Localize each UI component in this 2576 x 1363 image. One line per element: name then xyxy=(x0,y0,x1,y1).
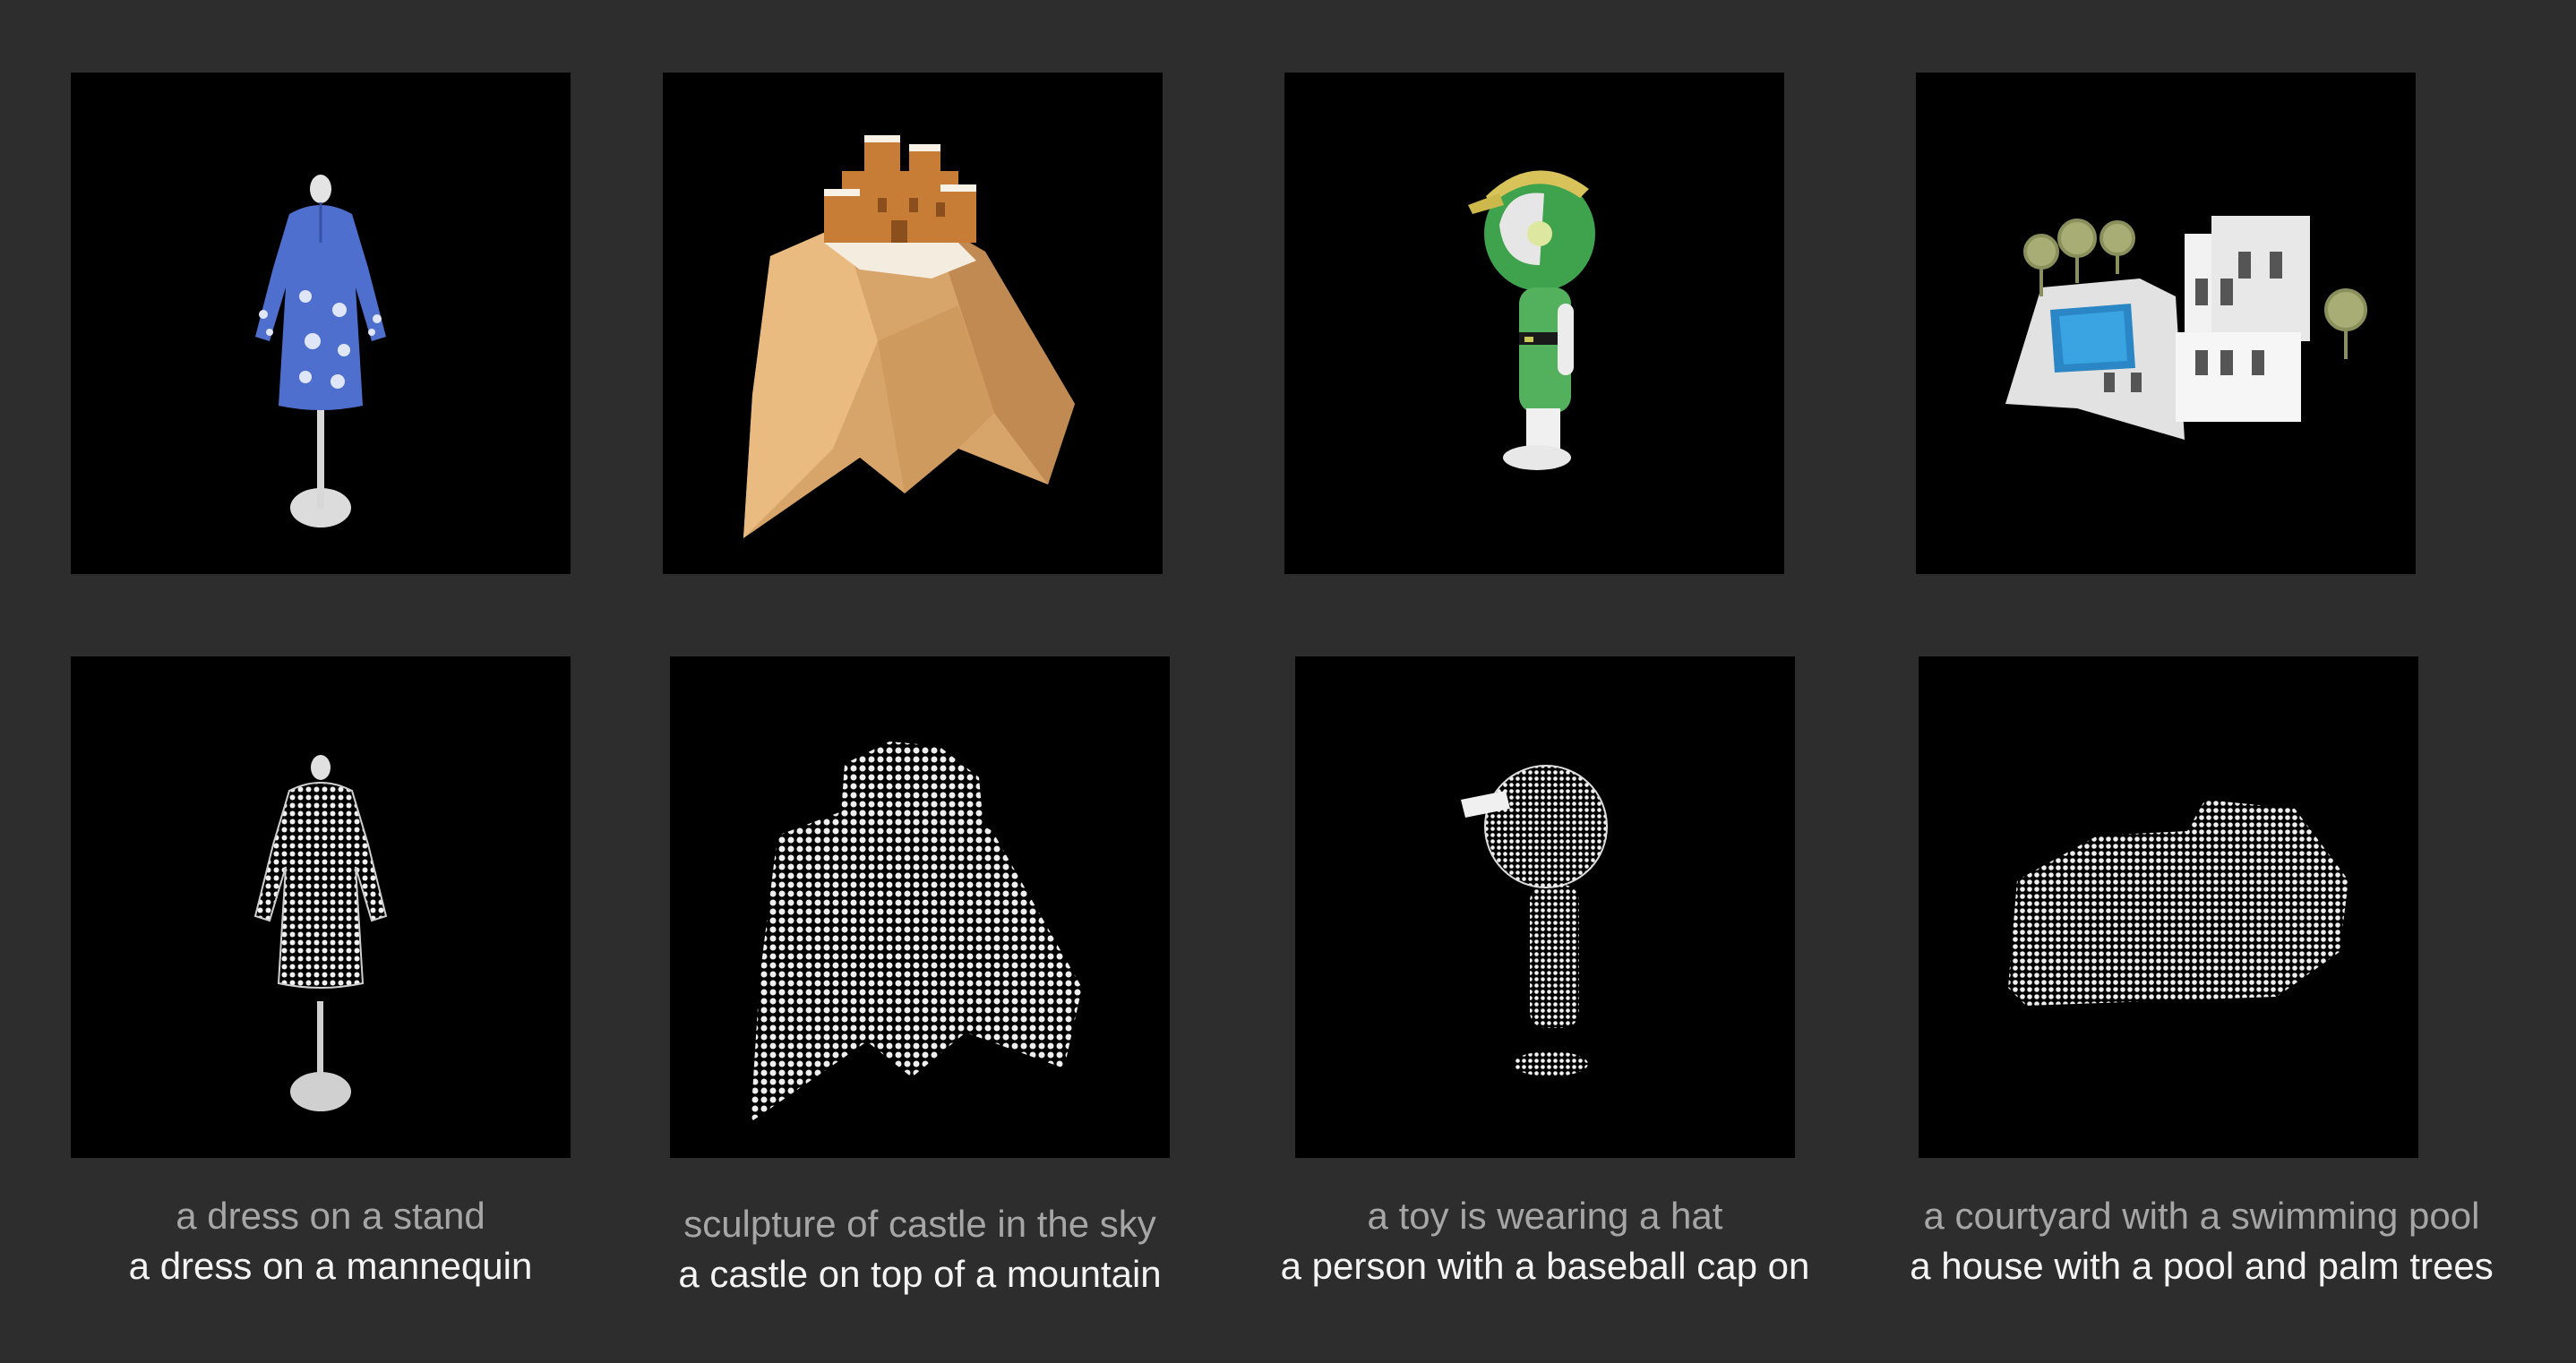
caption-top-toy: a toy is wearing a hat xyxy=(1367,1195,1723,1237)
point-cloud-render-dress xyxy=(71,656,571,1158)
castle-point-cloud-image xyxy=(751,742,1082,1122)
caption-bottom-toy: a person with a baseball cap on xyxy=(1280,1245,1810,1287)
house-point-cloud-image xyxy=(2008,800,2348,1006)
caption-house: a courtyard with a swimming pool a house… xyxy=(1879,1191,2524,1291)
mesh-render-dress xyxy=(71,73,571,574)
toy-mesh-image xyxy=(1468,170,1595,470)
point-cloud-render-toy xyxy=(1295,656,1795,1158)
caption-bottom-house: a house with a pool and palm trees xyxy=(1910,1245,2494,1287)
toy-point-cloud-image xyxy=(1461,765,1608,1076)
caption-bottom-dress: a dress on a mannequin xyxy=(128,1245,533,1287)
caption-castle: sculpture of castle in the sky a castle … xyxy=(597,1199,1242,1299)
dress-mesh-image xyxy=(255,175,386,527)
caption-top-house: a courtyard with a swimming pool xyxy=(1923,1195,2480,1237)
castle-mesh-image xyxy=(743,135,1075,538)
caption-bottom-castle: a castle on top of a mountain xyxy=(678,1253,1162,1295)
caption-toy: a toy is wearing a hat a person with a b… xyxy=(1223,1191,1868,1291)
dress-point-cloud-image xyxy=(253,755,388,1111)
point-cloud-render-castle xyxy=(670,656,1170,1158)
caption-dress: a dress on a stand a dress on a mannequi… xyxy=(8,1191,653,1291)
point-cloud-render-house xyxy=(1919,656,2418,1158)
caption-top-castle: sculpture of castle in the sky xyxy=(683,1203,1156,1245)
mesh-render-toy xyxy=(1284,73,1784,574)
house-mesh-image xyxy=(2005,216,2367,440)
mesh-render-house xyxy=(1916,73,2416,574)
mesh-render-castle xyxy=(663,73,1163,574)
caption-top-dress: a dress on a stand xyxy=(176,1195,485,1237)
